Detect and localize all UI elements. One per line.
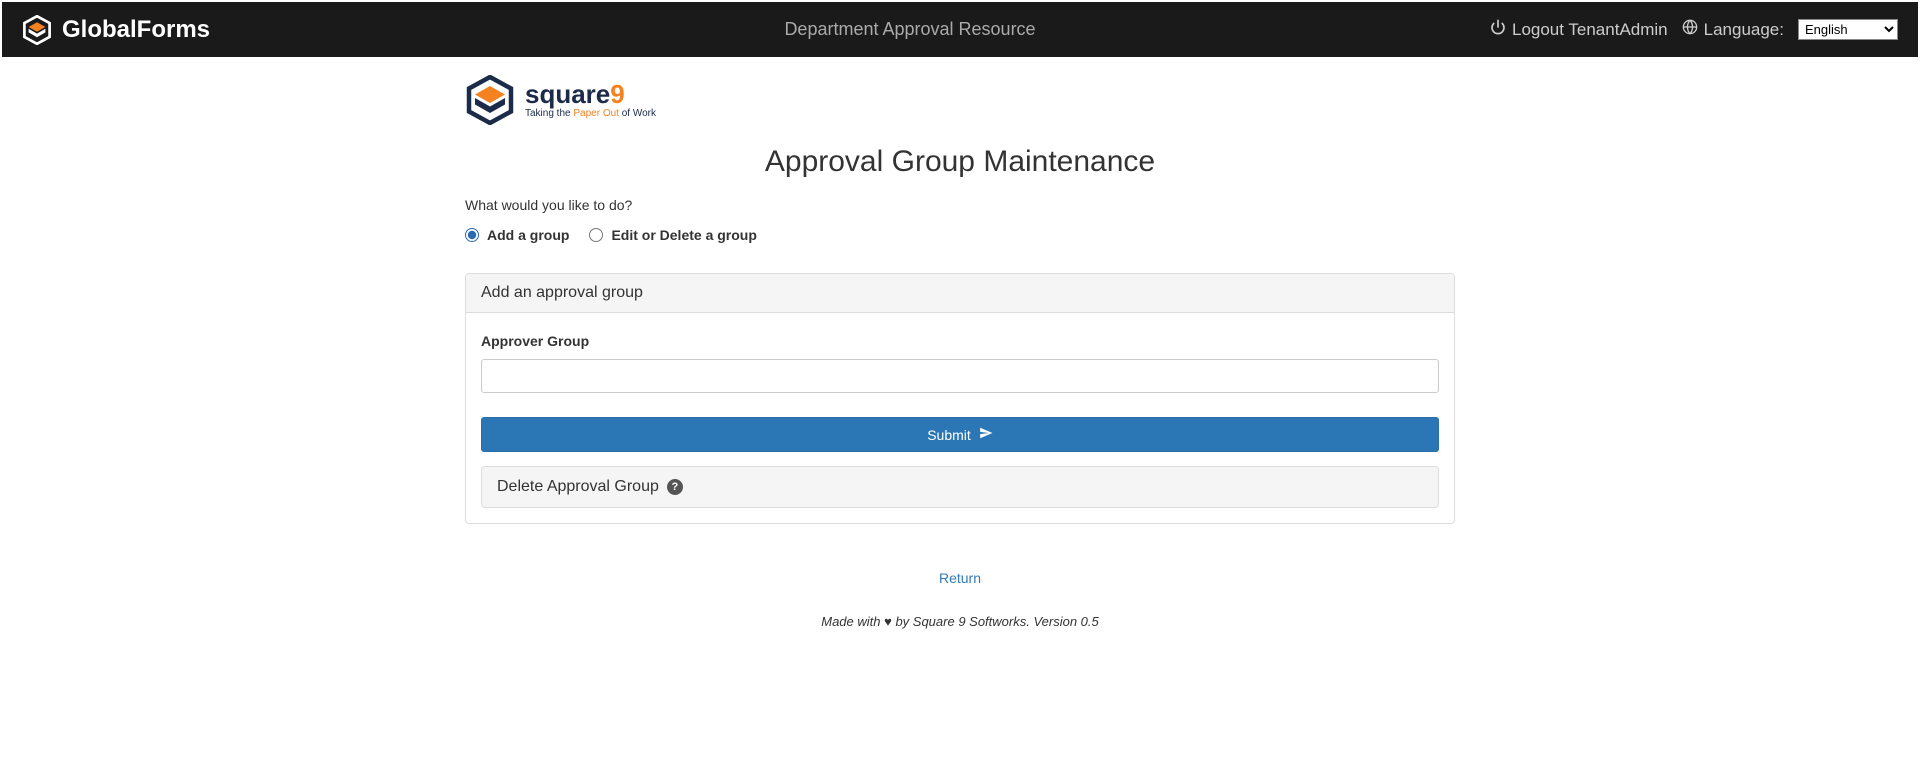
return-link[interactable]: Return	[465, 570, 1455, 586]
paper-plane-icon	[979, 426, 993, 443]
power-icon	[1490, 19, 1506, 40]
square9-logo: square9 Taking the Paper Out of Work	[465, 75, 1455, 125]
radio-edit-input[interactable]	[589, 228, 603, 242]
navbar-right: Logout TenantAdmin Language: English	[1490, 19, 1898, 40]
radio-add-label: Add a group	[487, 227, 569, 243]
logo-tag-c: of Work	[619, 108, 656, 119]
panel-heading-add: Add an approval group	[466, 274, 1454, 313]
submit-button[interactable]: Submit	[481, 417, 1439, 452]
language-group: Language:	[1682, 19, 1784, 40]
logout-link[interactable]: Logout TenantAdmin	[1490, 19, 1668, 40]
logo-text-b: 9	[610, 79, 624, 109]
logout-label: Logout TenantAdmin	[1512, 20, 1668, 40]
brand-logo-icon	[22, 15, 52, 45]
radio-edit-group[interactable]: Edit or Delete a group	[589, 227, 756, 243]
page-title: Approval Group Maintenance	[465, 145, 1455, 179]
brand-text: GlobalForms	[62, 16, 210, 44]
approver-group-input[interactable]	[481, 359, 1439, 393]
delete-group-panel[interactable]: Delete Approval Group ?	[481, 466, 1439, 508]
language-label: Language:	[1704, 20, 1784, 40]
radio-add-input[interactable]	[465, 228, 479, 242]
navbar-title: Department Approval Resource	[330, 19, 1490, 40]
main-panel: Add an approval group Approver Group Sub…	[465, 273, 1455, 524]
language-select[interactable]: English	[1798, 19, 1898, 40]
square9-logo-text: square9 Taking the Paper Out of Work	[525, 81, 656, 119]
prompt-text: What would you like to do?	[465, 197, 1455, 213]
brand-link[interactable]: GlobalForms	[22, 15, 210, 45]
main-container: square9 Taking the Paper Out of Work App…	[450, 75, 1470, 629]
radio-add-group[interactable]: Add a group	[465, 227, 569, 243]
top-navbar: GlobalForms Department Approval Resource…	[2, 2, 1918, 57]
square9-logo-icon	[465, 75, 515, 125]
logo-tag-b: Paper Out	[573, 108, 619, 119]
footer-text: Made with ♥ by Square 9 Softworks. Versi…	[465, 614, 1455, 629]
globe-icon	[1682, 19, 1698, 40]
logo-tag-a: Taking the	[525, 108, 573, 119]
help-icon: ?	[667, 479, 683, 495]
action-radio-group: Add a group Edit or Delete a group	[465, 227, 1455, 243]
panel-body: Approver Group Submit Delete Approval Gr…	[466, 313, 1454, 523]
radio-edit-label: Edit or Delete a group	[611, 227, 756, 243]
submit-label: Submit	[927, 427, 971, 443]
logo-text-a: square	[525, 79, 610, 109]
approver-group-label: Approver Group	[481, 333, 1439, 349]
delete-group-label: Delete Approval Group	[497, 478, 659, 496]
